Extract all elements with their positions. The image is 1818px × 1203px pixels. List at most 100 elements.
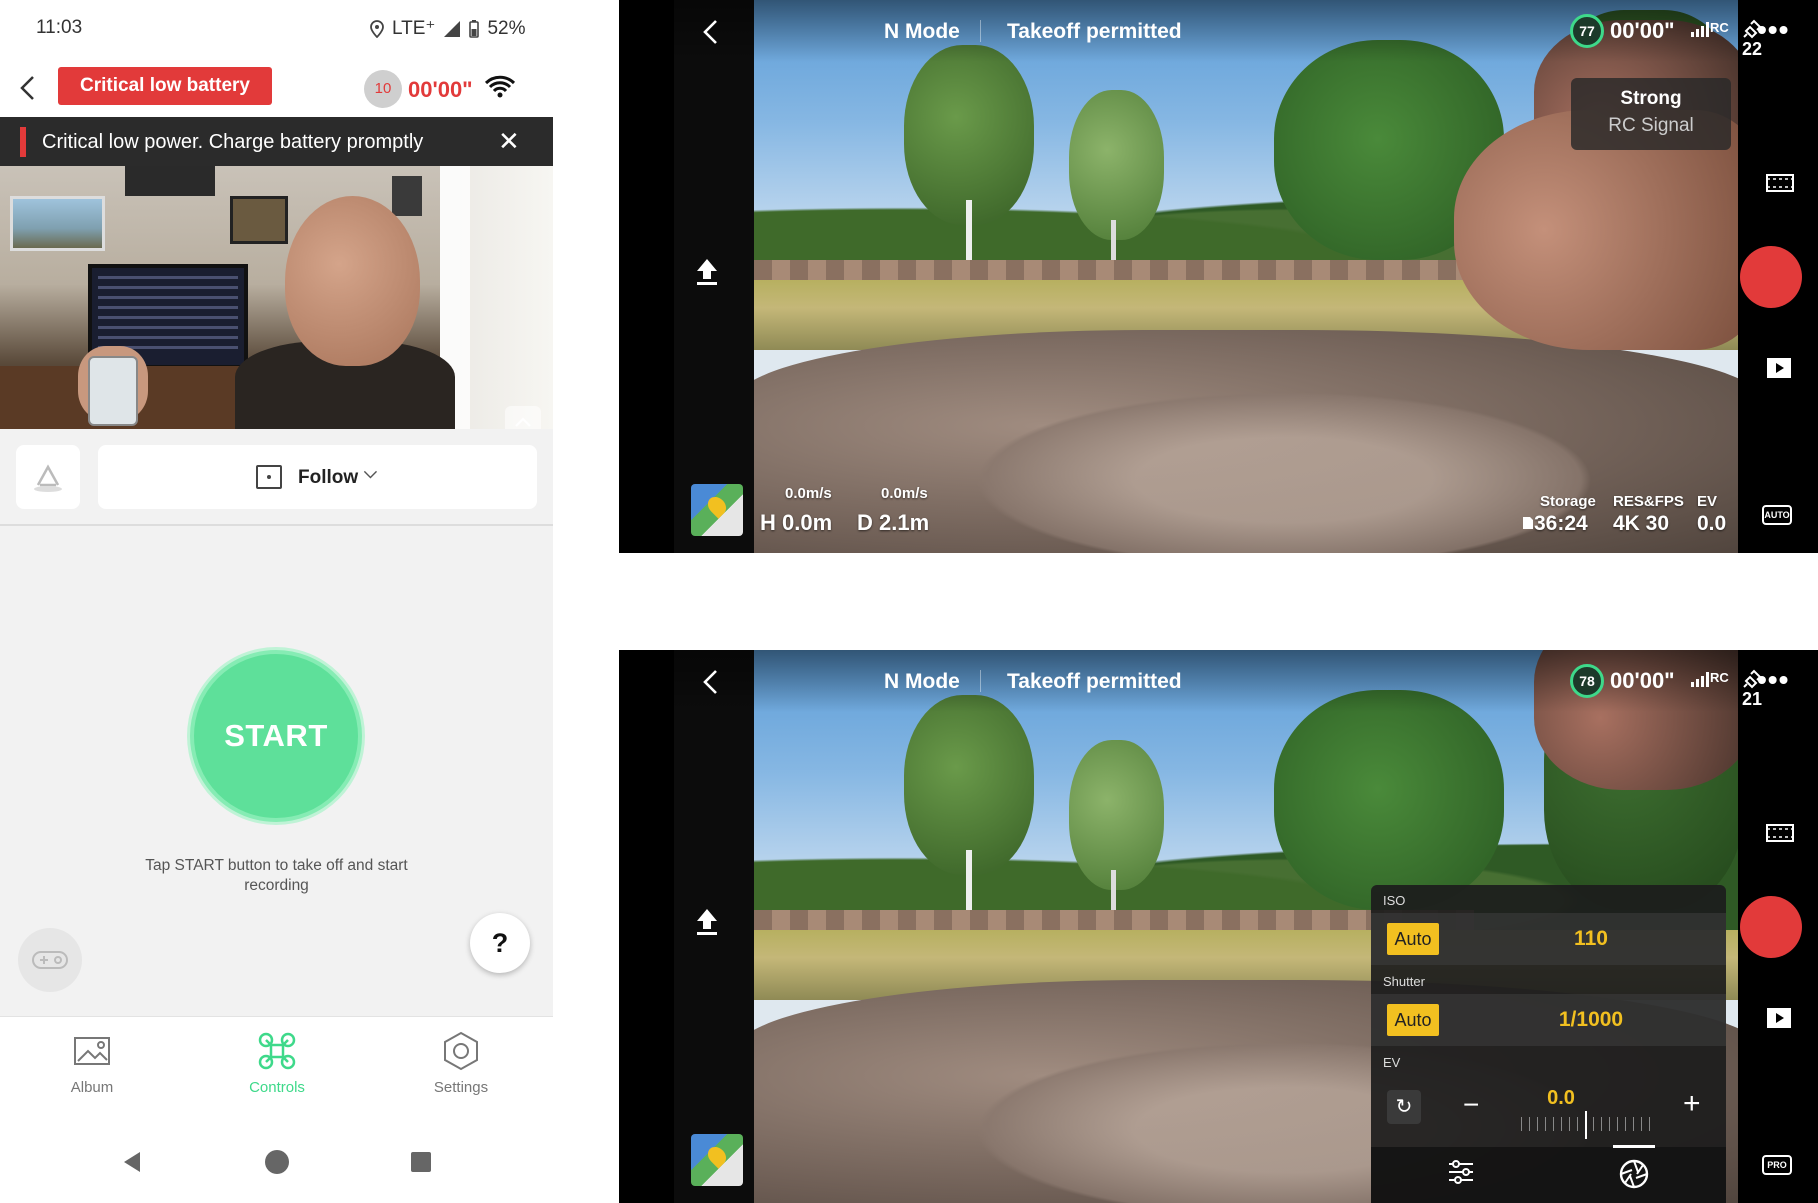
- rc-label: RC: [1710, 670, 1729, 685]
- battery-percent: 52%: [487, 17, 526, 39]
- ev-increase-button[interactable]: +: [1683, 1087, 1701, 1121]
- system-nav-bar: [0, 1125, 553, 1200]
- follow-target-icon: [256, 465, 282, 489]
- tab-label: Controls: [249, 1079, 305, 1096]
- tab-album[interactable]: Album: [37, 1031, 147, 1096]
- takeoff-icon[interactable]: [693, 257, 721, 294]
- start-button[interactable]: START: [190, 650, 362, 822]
- more-menu-icon[interactable]: •••: [1757, 664, 1789, 696]
- location-icon: [370, 19, 384, 38]
- iso-value[interactable]: 110: [1491, 927, 1691, 951]
- ev-label: EV: [1383, 1055, 1401, 1070]
- drone-battery[interactable]: 77: [1570, 14, 1604, 48]
- rc-signal[interactable]: RC: [1690, 20, 1729, 37]
- iso-auto-button[interactable]: Auto: [1387, 923, 1439, 955]
- phone-app-screen: 11:03 LTE⁺ 52% Critical low battery 10 0…: [0, 0, 553, 1200]
- wall-frame-small: [392, 176, 422, 216]
- network-type: LTE⁺: [392, 18, 436, 39]
- minimap[interactable]: [691, 484, 743, 536]
- tab-label: Album: [70, 1079, 114, 1096]
- drone-takeoff-icon: [34, 464, 62, 492]
- mode-bar: Follow ⌵: [0, 429, 553, 526]
- takeoff-status: Takeoff permitted: [1007, 670, 1182, 693]
- video-mode-icon[interactable]: [1766, 172, 1794, 201]
- tab-settings[interactable]: Settings: [406, 1031, 516, 1096]
- wall-picture: [10, 196, 105, 251]
- tab-controls[interactable]: Controls: [222, 1031, 332, 1096]
- gamepad-button[interactable]: [18, 928, 82, 992]
- cell-signal-icon: [444, 20, 461, 37]
- album-icon: [74, 1037, 110, 1065]
- map-pin-icon: [704, 493, 730, 519]
- follow-label: Follow: [298, 467, 359, 488]
- more-menu-icon[interactable]: •••: [1757, 14, 1789, 46]
- battery-icon: [469, 19, 480, 38]
- top-status-bar: N Mode Takeoff permitted 78 00'00" RC 21: [674, 650, 1762, 712]
- flight-time: 00'00": [408, 77, 473, 102]
- shutter-label: Shutter: [1383, 974, 1425, 989]
- zoom-control[interactable]: [505, 406, 541, 429]
- divider: [980, 670, 981, 692]
- flight-mode[interactable]: N Mode: [884, 20, 960, 44]
- shutter-auto-button[interactable]: Auto: [1387, 1004, 1439, 1036]
- nav-back-icon[interactable]: [120, 1150, 144, 1174]
- drone-battery[interactable]: 78: [1570, 664, 1604, 698]
- banner-accent-bar: [20, 127, 26, 157]
- ev-slider-needle[interactable]: [1585, 1111, 1587, 1139]
- ev-value: 0.0: [1547, 1087, 1575, 1109]
- minimap[interactable]: [691, 1134, 743, 1186]
- record-button[interactable]: [1740, 246, 1802, 308]
- help-button[interactable]: ?: [470, 913, 530, 973]
- flight-time: 00'00": [1610, 18, 1675, 43]
- monitor-screen: [98, 276, 238, 356]
- shutter-value[interactable]: 1/1000: [1491, 1008, 1691, 1032]
- sliders-icon: [1449, 1160, 1473, 1184]
- back-icon[interactable]: [701, 668, 719, 703]
- takeoff-mode-button[interactable]: [16, 445, 80, 509]
- rc-label: RC: [1710, 20, 1729, 35]
- start-hint: Tap START button to take off and start r…: [145, 857, 408, 894]
- top-status-bar: N Mode Takeoff permitted 77 00'00" RC 22: [674, 0, 1762, 62]
- chevron-up-icon[interactable]: [505, 406, 541, 429]
- tree: [904, 45, 1034, 225]
- tab-adjustments[interactable]: [1447, 1159, 1475, 1192]
- camera-mode-badge[interactable]: PRO: [1762, 1155, 1792, 1175]
- status-time: 11:03: [36, 17, 83, 38]
- tab-aperture[interactable]: [1613, 1145, 1655, 1196]
- status-bar: 11:03 LTE⁺ 52%: [0, 0, 553, 55]
- playback-icon[interactable]: [1766, 357, 1792, 386]
- camera-mode-badge[interactable]: AUTO: [1762, 505, 1792, 525]
- left-rail: [619, 0, 754, 553]
- rc-signal[interactable]: RC: [1690, 670, 1729, 687]
- signal-bars-icon: [1691, 671, 1709, 687]
- camera-settings-panel: ISO Auto 110 Shutter Auto 1/1000 EV ↻ − …: [1371, 885, 1726, 1203]
- window-grid: [125, 166, 215, 196]
- reset-icon[interactable]: ↻: [1387, 1090, 1421, 1124]
- tooltip-subtitle: RC Signal: [1608, 115, 1694, 136]
- iso-row: Auto 110: [1371, 913, 1726, 965]
- video-mode-icon[interactable]: [1766, 822, 1794, 851]
- takeoff-icon[interactable]: [693, 907, 721, 944]
- record-button[interactable]: [1740, 896, 1802, 958]
- wifi-icon: [484, 75, 516, 98]
- back-icon[interactable]: [701, 18, 719, 53]
- flight-mode[interactable]: N Mode: [884, 670, 960, 694]
- divider: [980, 20, 981, 42]
- follow-mode-selector[interactable]: Follow ⌵: [98, 445, 537, 509]
- nav-home-icon[interactable]: [264, 1149, 290, 1175]
- low-power-banner: Critical low power. Charge battery promp…: [0, 117, 553, 166]
- status-icons: LTE⁺ 52%: [370, 17, 526, 40]
- back-icon[interactable]: [16, 73, 40, 103]
- playback-icon[interactable]: [1766, 1007, 1792, 1036]
- ev-decrease-button[interactable]: −: [1463, 1089, 1479, 1121]
- banner-message: Critical low power. Charge battery promp…: [42, 131, 424, 153]
- app-header: Critical low battery 10 00'00": [0, 55, 553, 117]
- bottom-tab-bar: Album Controls Settings: [0, 1016, 553, 1125]
- signal-bars-icon: [1691, 21, 1709, 37]
- nav-recents-icon[interactable]: [410, 1151, 432, 1173]
- battery-gauge: 10: [364, 70, 402, 108]
- flight-time: 00'00": [1610, 668, 1675, 693]
- close-icon[interactable]: ✕: [498, 126, 520, 157]
- settings-icon: [444, 1031, 478, 1071]
- drone-icon: [258, 1032, 296, 1070]
